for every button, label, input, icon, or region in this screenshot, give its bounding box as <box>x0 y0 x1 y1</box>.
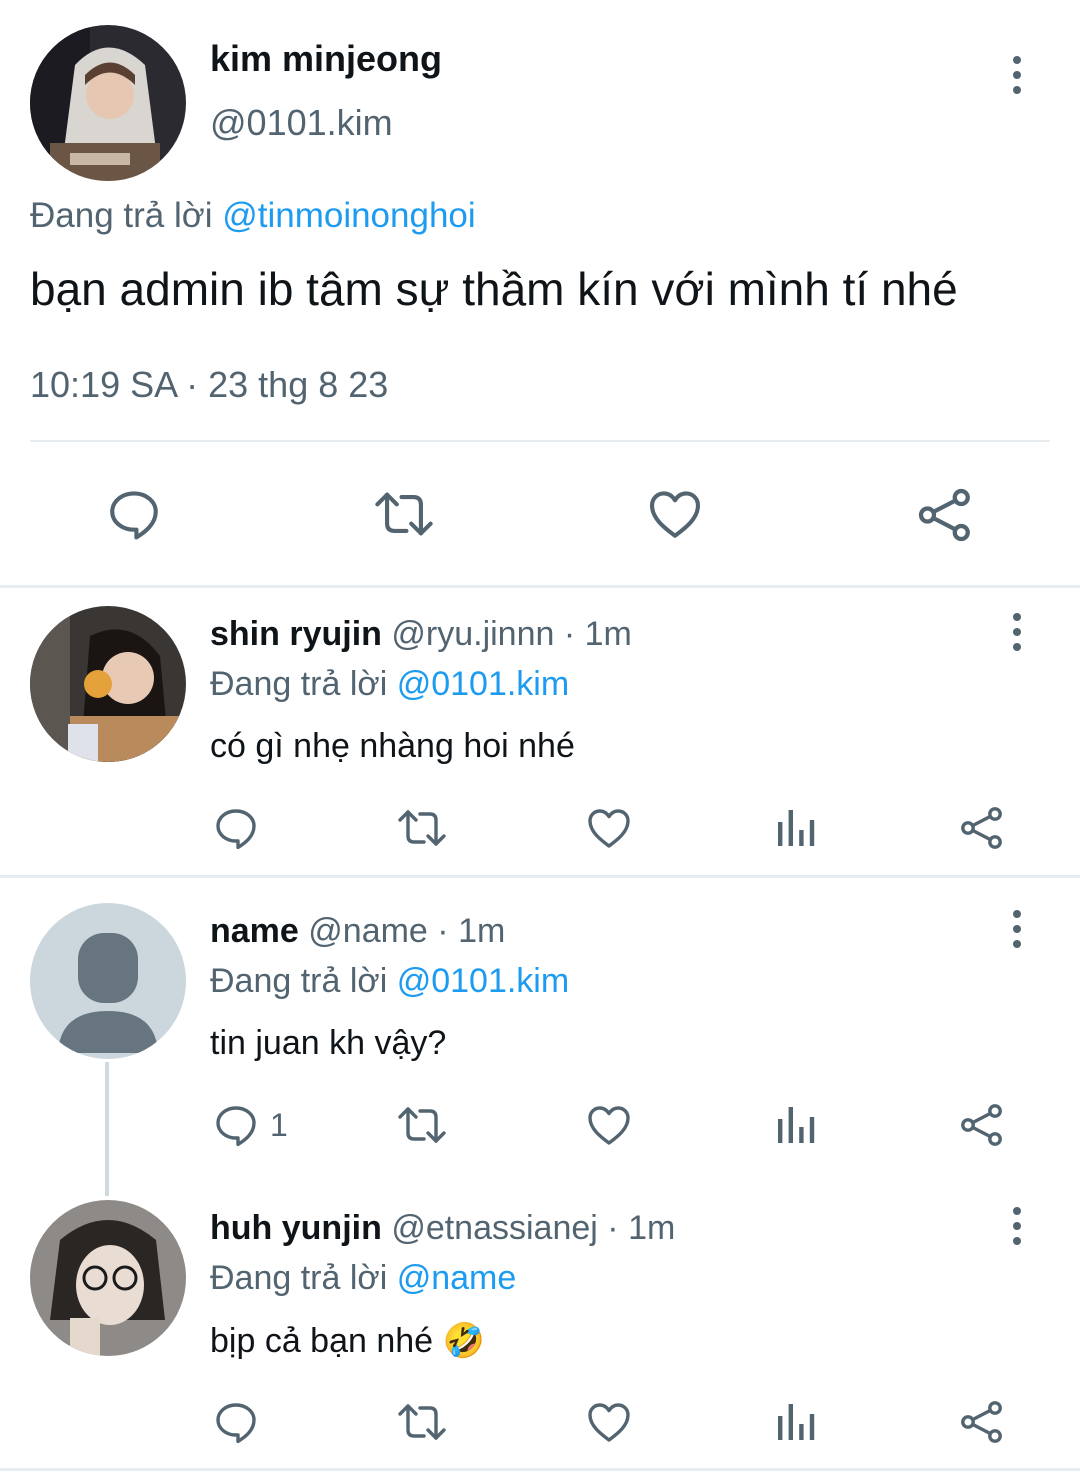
replying-to: Đang trả lời @0101.kim <box>210 962 569 1001</box>
reply-icon <box>110 491 158 540</box>
like-button[interactable] <box>585 1101 633 1149</box>
views-button[interactable] <box>772 804 820 852</box>
avatar-kim-minjeong[interactable] <box>30 25 186 181</box>
author-name[interactable]: name <box>210 912 299 950</box>
reply-icon <box>216 809 256 850</box>
separator: · <box>597 1209 629 1247</box>
replying-mention[interactable]: @0101.kim <box>397 665 569 703</box>
thread-connector <box>105 1062 109 1196</box>
divider <box>0 585 1080 588</box>
author-handle[interactable]: @etnassianej <box>391 1209 598 1247</box>
reply-icon <box>216 1106 256 1147</box>
like-icon <box>588 1106 630 1145</box>
share-button[interactable] <box>958 804 1006 852</box>
divider <box>30 440 1050 442</box>
reply-text: có gì nhẹ nhàng hoi nhé <box>210 727 575 765</box>
reply-button[interactable]: 1 <box>212 1101 288 1149</box>
analytics-icon <box>778 1107 815 1143</box>
replying-mention[interactable]: @name <box>397 1259 517 1297</box>
author-handle[interactable]: @name <box>308 912 428 950</box>
share-button[interactable] <box>958 1101 1006 1149</box>
share-icon <box>961 807 1002 849</box>
reply-text: bịp cả bạn nhé 🤣 <box>210 1322 485 1360</box>
retweet-icon <box>398 1107 446 1143</box>
share-button[interactable] <box>958 1398 1006 1446</box>
retweet-icon <box>375 492 433 536</box>
share-icon <box>961 1401 1002 1443</box>
more-options-icon[interactable] <box>997 45 1037 105</box>
author-name[interactable]: shin ryujin <box>210 615 382 653</box>
views-button[interactable] <box>772 1398 820 1446</box>
replying-mention[interactable]: @0101.kim <box>397 962 569 1000</box>
more-options-icon[interactable] <box>997 1196 1037 1256</box>
retweet-button[interactable] <box>372 485 436 543</box>
divider <box>0 875 1080 878</box>
share-button[interactable] <box>915 485 975 545</box>
analytics-icon <box>778 1404 815 1440</box>
replying-to: Đang trả lời @tinmoinonghoi <box>30 196 476 236</box>
retweet-button[interactable] <box>395 804 449 852</box>
replying-to: Đang trả lời @0101.kim <box>210 665 569 704</box>
reply-header: shin ryujin @ryu.jinnn · 1m <box>210 615 632 654</box>
avatar-default[interactable] <box>30 903 186 1059</box>
retweet-button[interactable] <box>395 1398 449 1446</box>
like-button[interactable] <box>585 1398 633 1446</box>
reply-button[interactable] <box>212 1398 270 1446</box>
like-button[interactable] <box>645 485 705 543</box>
reply-icon <box>216 1403 256 1444</box>
tweet-timestamp[interactable]: 10:19 SA · 23 thg 8 23 <box>30 364 388 406</box>
retweet-button[interactable] <box>395 1101 449 1149</box>
more-options-icon[interactable] <box>997 602 1037 662</box>
replying-prefix: Đang trả lời <box>210 962 397 1000</box>
like-icon <box>588 809 630 848</box>
divider <box>0 1468 1080 1471</box>
like-button[interactable] <box>585 804 633 852</box>
share-icon <box>918 488 970 542</box>
separator: · <box>427 912 459 950</box>
reply-count: 1 <box>270 1106 288 1143</box>
reply-header: huh yunjin @etnassianej · 1m <box>210 1209 675 1248</box>
author-handle[interactable]: @ryu.jinnn <box>391 615 554 653</box>
time[interactable]: 1m <box>628 1209 675 1247</box>
retweet-icon <box>398 810 446 846</box>
author-handle[interactable]: @0101.kim <box>210 102 393 144</box>
separator: · <box>554 615 585 653</box>
author-name[interactable]: huh yunjin <box>210 1209 382 1247</box>
analytics-icon <box>778 810 815 846</box>
more-options-icon[interactable] <box>997 899 1037 959</box>
reply-button[interactable] <box>212 804 270 852</box>
like-icon <box>588 1403 630 1442</box>
time[interactable]: 1m <box>585 615 632 653</box>
replying-mention[interactable]: @tinmoinonghoi <box>222 196 475 235</box>
like-icon <box>649 491 701 538</box>
avatar-shin-ryujin[interactable] <box>30 606 186 762</box>
replying-prefix: Đang trả lời <box>30 196 223 235</box>
views-button[interactable] <box>772 1101 820 1149</box>
replying-to: Đang trả lời @name <box>210 1259 516 1298</box>
reply-header: name @name · 1m <box>210 912 505 951</box>
tweet-text: bạn admin ib tâm sự thầm kín với mình tí… <box>30 263 958 315</box>
reply-text: tin juan kh vậy? <box>210 1024 447 1062</box>
time[interactable]: 1m <box>458 912 505 950</box>
share-icon <box>961 1104 1002 1146</box>
avatar-huh-yunjin[interactable] <box>30 1200 186 1356</box>
author-name[interactable]: kim minjeong <box>210 38 442 80</box>
replying-prefix: Đang trả lời <box>210 665 397 703</box>
reply-button[interactable] <box>105 485 163 543</box>
retweet-icon <box>398 1404 446 1440</box>
replying-prefix: Đang trả lời <box>210 1259 397 1297</box>
